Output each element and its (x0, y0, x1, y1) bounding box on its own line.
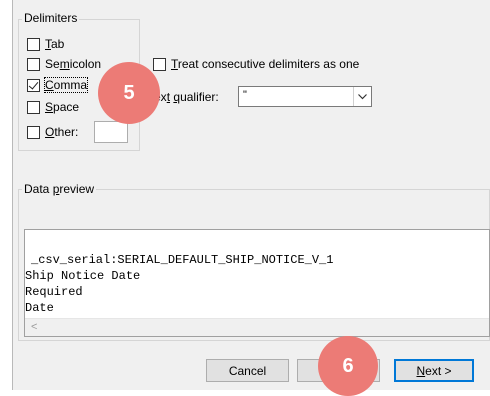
consecutive-label: Treat consecutive delimiters as one (171, 57, 360, 71)
data-preview-legend: Data preview (22, 182, 97, 196)
tab-checkbox-box[interactable] (27, 37, 40, 51)
other-label: Other: (45, 125, 79, 139)
tab-checkbox[interactable]: Tab (27, 36, 64, 52)
semicolon-checkbox[interactable]: Semicolon (27, 56, 101, 72)
next-button[interactable]: Next > (394, 359, 474, 382)
delimiters-legend: Delimiters (22, 11, 80, 25)
data-preview-pane[interactable]: _csv_serial:SERIAL_DEFAULT_SHIP_NOTICE_V… (24, 229, 490, 337)
semicolon-checkbox-box[interactable] (27, 57, 40, 71)
space-checkbox-box[interactable] (27, 100, 40, 114)
scroll-left-icon[interactable]: < (31, 321, 37, 333)
other-checkbox-box[interactable] (27, 125, 40, 139)
semicolon-label: Semicolon (45, 57, 102, 71)
chevron-down-icon[interactable] (353, 87, 371, 106)
consecutive-checkbox-box[interactable] (153, 57, 166, 71)
text-qualifier-value: " (243, 89, 247, 101)
space-checkbox[interactable]: Space (27, 99, 79, 115)
preview-line: Required (25, 285, 83, 299)
preview-text: _csv_serial:SERIAL_DEFAULT_SHIP_NOTICE_V… (25, 252, 333, 316)
comma-checkbox[interactable]: Comma (27, 77, 89, 93)
other-checkbox[interactable]: Other: (27, 124, 78, 140)
horizontal-scrollbar[interactable]: < (25, 318, 489, 336)
tab-label: Tab (45, 37, 65, 51)
cancel-button[interactable]: Cancel (206, 359, 289, 382)
consecutive-delimiters-checkbox[interactable]: Treat consecutive delimiters as one (153, 56, 359, 72)
other-delimiter-input[interactable] (94, 121, 128, 143)
preview-line: Date (25, 301, 54, 315)
step-6-badge: 6 (318, 336, 378, 396)
comma-checkbox-box[interactable] (27, 78, 40, 92)
preview-line: _csv_serial:SERIAL_DEFAULT_SHIP_NOTICE_V… (31, 253, 334, 267)
step-5-badge: 5 (98, 62, 160, 124)
preview-line: Ship Notice Date (25, 269, 141, 283)
space-label: Space (45, 100, 80, 114)
text-qualifier-select[interactable]: " (238, 86, 372, 107)
comma-label: Comma (43, 77, 89, 93)
left-window-edge (0, 0, 13, 390)
